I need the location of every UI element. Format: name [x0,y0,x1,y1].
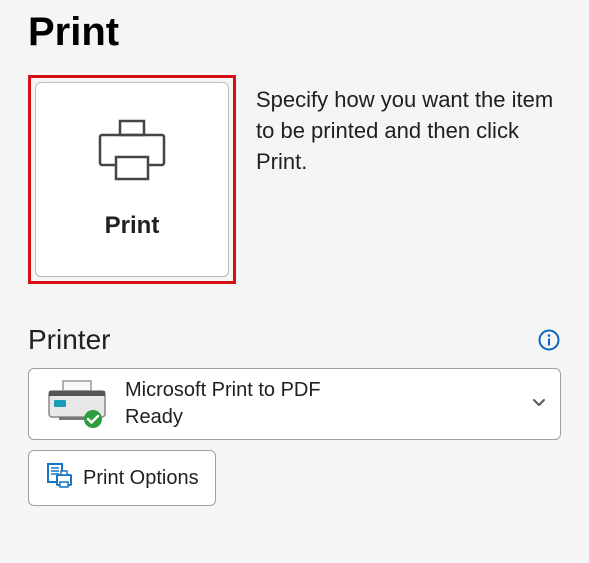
print-options-button[interactable]: Print Options [28,450,216,506]
printer-icon [96,119,168,188]
printer-name: Microsoft Print to PDF [125,379,518,402]
print-options-icon [45,461,73,495]
printer-section-title: Printer [28,324,110,356]
print-options-label: Print Options [83,467,199,490]
print-button[interactable]: Print [35,82,229,277]
page-title: Print [28,10,561,55]
print-button-highlight: Print [28,75,236,284]
printer-info: Microsoft Print to PDF Ready [125,379,518,429]
printer-status: Ready [125,406,518,429]
print-instruction: Specify how you want the item to be prin… [256,75,561,177]
print-section: Print Specify how you want the item to b… [28,75,561,284]
info-icon[interactable] [537,328,561,352]
printer-device-icon [43,379,111,429]
printer-header: Printer [28,324,561,356]
printer-select[interactable]: Microsoft Print to PDF Ready [28,368,561,440]
print-button-label: Print [105,212,160,240]
chevron-down-icon [532,395,546,413]
